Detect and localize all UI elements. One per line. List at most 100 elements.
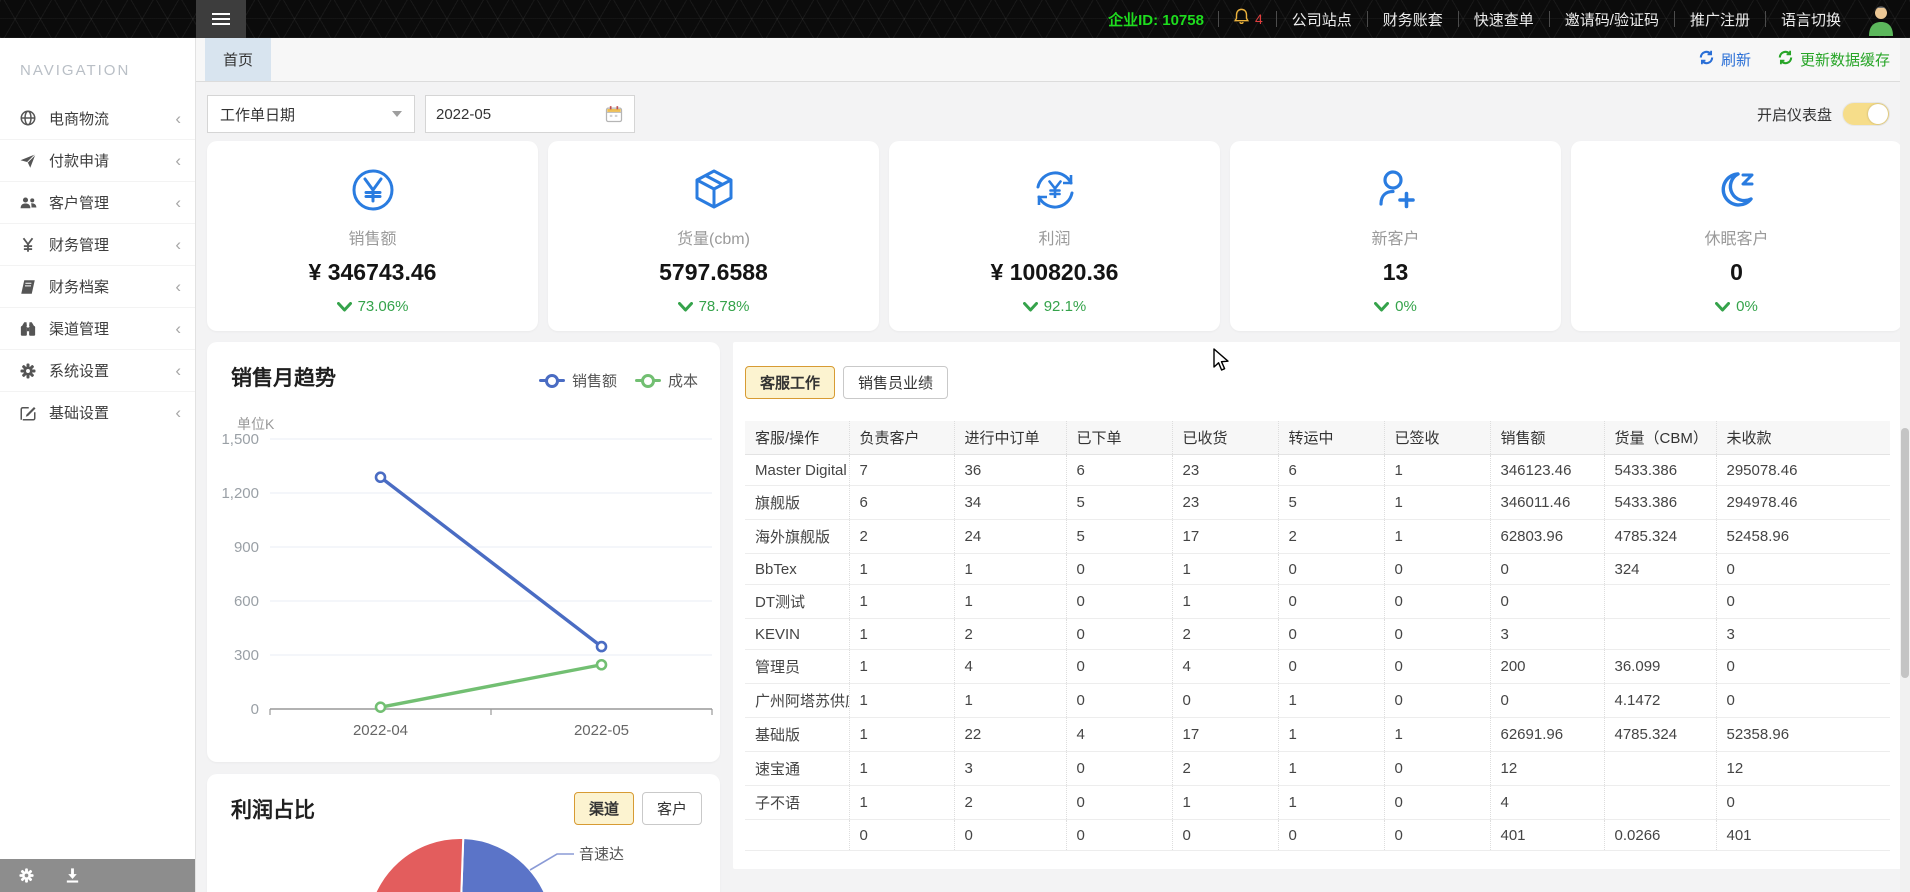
- topbar-menu-quick-query[interactable]: 快速查单: [1459, 9, 1549, 30]
- topbar-menu-language-switch[interactable]: 语言切换: [1766, 9, 1856, 30]
- topbar-menu-finance-books[interactable]: 财务账套: [1368, 9, 1458, 30]
- tab-sales-performance[interactable]: 销售员业绩: [843, 366, 948, 399]
- dashboard-toggle[interactable]: [1842, 102, 1890, 126]
- kpi-row: 销售额 ¥ 346743.46 73.06% 货量(cbm) 5797.6588…: [207, 141, 1902, 331]
- sidebar-item-payment-request[interactable]: 付款申请 ‹: [0, 139, 195, 181]
- table-row[interactable]: 旗舰版63452351346011.465433.386294978.46: [745, 486, 1890, 520]
- table-row[interactable]: 子不语12011040: [745, 786, 1890, 820]
- table-row[interactable]: 速宝通1302101212: [745, 752, 1890, 786]
- table-cell: 1: [1384, 486, 1490, 520]
- nav-title: NAVIGATION: [0, 38, 195, 97]
- topbar-menu-company-site[interactable]: 公司站点: [1277, 9, 1367, 30]
- table-cell: 0: [1066, 820, 1172, 851]
- table-header-row: 客服/操作负责客户进行中订单已下单已收货转运中已签收销售额货量（CBM）未收款: [745, 421, 1890, 455]
- date-type-select[interactable]: 工作单日期: [207, 95, 415, 133]
- table-cell: Master Digital: [745, 455, 849, 486]
- svg-text:2022-05: 2022-05: [574, 722, 629, 739]
- tab-home[interactable]: 首页: [205, 38, 271, 81]
- table-cell: 6: [849, 486, 954, 520]
- table-row[interactable]: DT测试11010000: [745, 585, 1890, 619]
- paper-plane-icon: [16, 152, 40, 170]
- sidebar-item-finance-management[interactable]: 财务管理 ‹: [0, 223, 195, 265]
- kpi-card-dormant-customers: 休眠客户 0 0%: [1571, 141, 1902, 331]
- topbar-menu-invite-code[interactable]: 邀请码/验证码: [1550, 9, 1674, 30]
- table-cell: 17: [1172, 718, 1278, 752]
- tab-service-work[interactable]: 客服工作: [745, 366, 835, 399]
- sidebar-item-finance-archive[interactable]: 财务档案 ‹: [0, 265, 195, 307]
- table-cell: [1604, 752, 1716, 786]
- sidebar-item-customer-management[interactable]: 客户管理 ‹: [0, 181, 195, 223]
- table-cell: 0: [1490, 684, 1604, 718]
- sidebar-item-ecommerce-logistics[interactable]: 电商物流 ‹: [0, 97, 195, 139]
- table-cell: 管理员: [745, 650, 849, 684]
- table-cell: 17: [1172, 520, 1278, 554]
- table-cell: 22: [954, 718, 1066, 752]
- table-row[interactable]: KEVIN12020033: [745, 619, 1890, 650]
- download-icon[interactable]: [64, 867, 81, 884]
- table-cell: 2: [954, 786, 1066, 820]
- sidebar-toggle-button[interactable]: [196, 0, 246, 38]
- svg-text:1,200: 1,200: [221, 485, 259, 502]
- gear-icon[interactable]: [18, 867, 35, 884]
- table-cell: 295078.46: [1716, 455, 1890, 486]
- table-cell: KEVIN: [745, 619, 849, 650]
- customer-button[interactable]: 客户: [642, 792, 702, 825]
- table-cell: 0: [1716, 650, 1890, 684]
- chevron-down-icon: [392, 111, 402, 117]
- table-row[interactable]: 广州阿塔苏供应11001004.14720: [745, 684, 1890, 718]
- column-header: 客服/操作: [745, 421, 849, 455]
- vertical-scrollbar[interactable]: [1900, 38, 1910, 892]
- table-cell: [1604, 619, 1716, 650]
- table-cell: 4785.324: [1604, 520, 1716, 554]
- table-cell: 0: [1384, 752, 1490, 786]
- refresh-icon: [1698, 49, 1715, 70]
- column-header: 货量（CBM）: [1604, 421, 1716, 455]
- table-row[interactable]: 海外旗舰版2245172162803.964785.32452458.96: [745, 520, 1890, 554]
- service-table: 客服/操作负责客户进行中订单已下单已收货转运中已签收销售额货量（CBM）未收款 …: [745, 421, 1890, 851]
- table-cell: 1: [849, 619, 954, 650]
- scrollbar-thumb[interactable]: [1901, 428, 1909, 678]
- table-row[interactable]: BbTex11010003240: [745, 554, 1890, 585]
- globe-icon: [16, 109, 40, 127]
- chevron-left-icon: ‹: [175, 362, 181, 379]
- table-cell: 0: [1384, 684, 1490, 718]
- sidebar-item-system-settings[interactable]: 系统设置 ‹: [0, 349, 195, 391]
- svg-text:600: 600: [234, 593, 259, 610]
- sidebar-item-basic-settings[interactable]: 基础设置 ‹: [0, 391, 195, 433]
- bell-icon: [1232, 7, 1251, 31]
- table-row[interactable]: 0000004010.0266401: [745, 820, 1890, 851]
- channel-button[interactable]: 渠道: [574, 792, 634, 825]
- sidebar: NAVIGATION 电商物流 ‹ 付款申请 ‹ 客户管理 ‹ 财务管理 ‹ 财…: [0, 38, 196, 892]
- table-cell: 0: [1066, 752, 1172, 786]
- topbar: 企业ID: 10758 4 公司站点 财务账套 快速查单 邀请码/验证码 推广注…: [0, 0, 1910, 38]
- table-row[interactable]: Master Digital73662361346123.465433.3862…: [745, 455, 1890, 486]
- table-row[interactable]: 基础版1224171162691.964785.32452358.96: [745, 718, 1890, 752]
- table-row[interactable]: 管理员14040020036.0990: [745, 650, 1890, 684]
- chevron-left-icon: ‹: [175, 278, 181, 295]
- topbar-menu-promo-register[interactable]: 推广注册: [1675, 9, 1765, 30]
- table-cell: 1: [1172, 585, 1278, 619]
- table-cell: 0: [1384, 619, 1490, 650]
- binoculars-icon: [16, 320, 40, 338]
- table-cell: 1: [1172, 554, 1278, 585]
- month-picker[interactable]: 2022-05: [425, 95, 635, 133]
- dashboard-screen: 企业ID: 10758 4 公司站点 财务账套 快速查单 邀请码/验证码 推广注…: [0, 0, 1910, 892]
- table-cell: 1: [954, 554, 1066, 585]
- table-cell: 0: [1278, 650, 1384, 684]
- user-avatar[interactable]: [1866, 2, 1896, 36]
- refresh-button[interactable]: 刷新: [1698, 49, 1751, 70]
- table-cell: 0: [1384, 585, 1490, 619]
- kpi-card-volume: 货量(cbm) 5797.6588 78.78%: [548, 141, 879, 331]
- table-cell: 0: [1172, 684, 1278, 718]
- sidebar-item-channel-management[interactable]: 渠道管理 ‹: [0, 307, 195, 349]
- table-cell: 5433.386: [1604, 455, 1716, 486]
- table-cell: 0: [1066, 554, 1172, 585]
- column-header: 已收货: [1172, 421, 1278, 455]
- table-cell: 1: [1384, 520, 1490, 554]
- table-cell: 0: [1066, 786, 1172, 820]
- svg-text:300: 300: [234, 647, 259, 664]
- chevron-down-icon: [1374, 302, 1389, 312]
- update-cache-button[interactable]: 更新数据缓存: [1777, 49, 1890, 70]
- notification-bell[interactable]: 4: [1219, 7, 1276, 31]
- table-cell: 7: [849, 455, 954, 486]
